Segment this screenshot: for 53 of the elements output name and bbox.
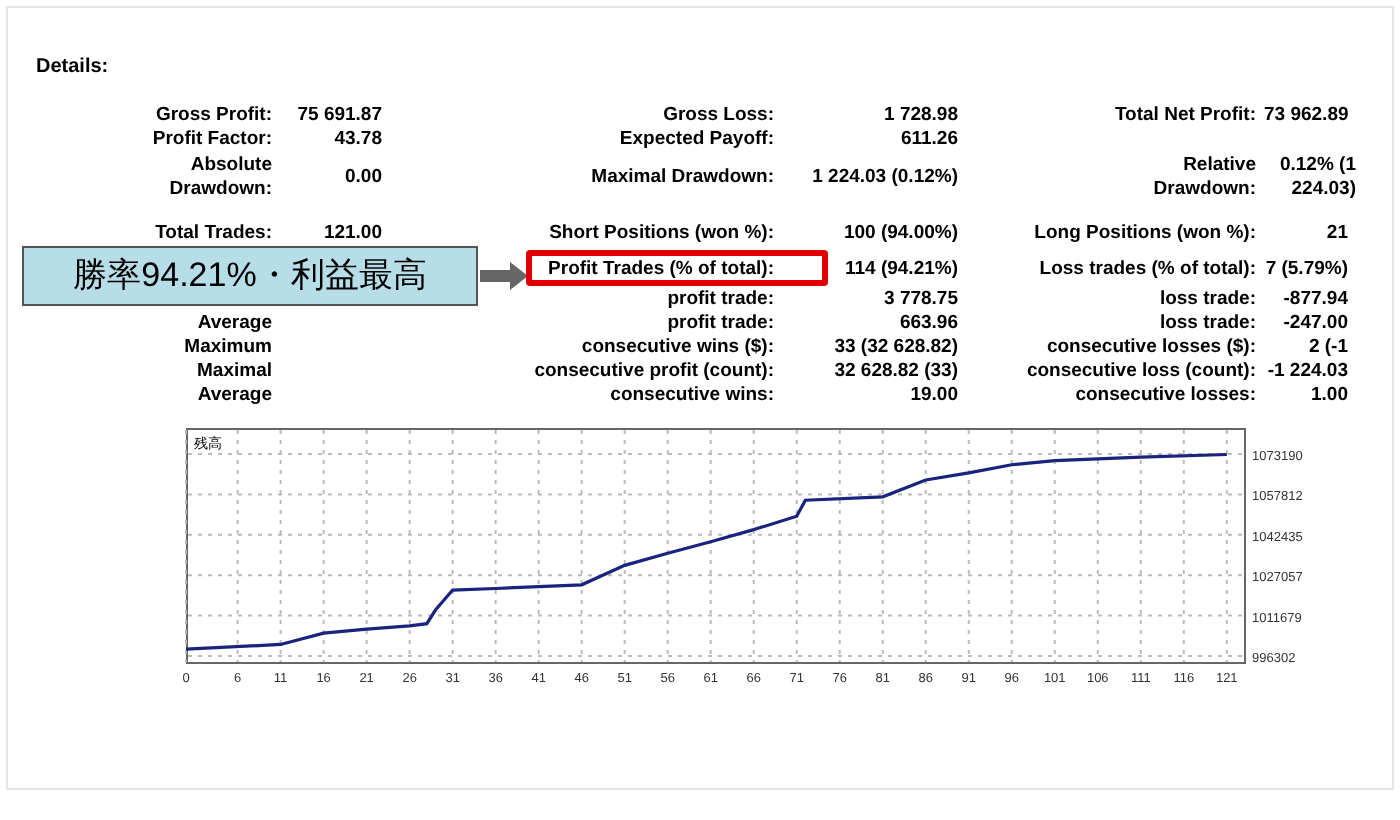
stat-label: consecutive wins ($): [581, 336, 774, 358]
details-heading: Details: [36, 54, 109, 82]
stat-value: 19.00 [910, 384, 958, 406]
stat-value: 43.78 [334, 128, 382, 150]
stat-value: 121.00 [323, 222, 382, 244]
stat-label: Profit Factor: [152, 128, 272, 150]
stat-label: profit trade: [667, 312, 774, 334]
stat-label: Gross Loss: [663, 104, 774, 126]
stat-label: Absolute Drawdown: [167, 154, 272, 202]
stat-value: 1.00 [1311, 384, 1348, 406]
stat-label: Expected Payoff: [619, 128, 774, 150]
stat-label: consecutive losses: [1075, 384, 1256, 406]
stat-label: Average [197, 384, 272, 406]
stat-label: Average [197, 312, 272, 334]
arrow-icon [480, 262, 528, 290]
stat-label: Maximal Drawdown: [591, 166, 774, 188]
stat-label: Gross Profit: [155, 104, 272, 126]
stat-label: Maximal [197, 360, 272, 382]
stat-label: Total Trades: [155, 222, 272, 244]
stat-label: Long Positions (won %): [1034, 222, 1256, 244]
stat-label: profit trade: [667, 288, 774, 310]
stat-value: 100 (94.00%) [843, 222, 958, 244]
stat-value: 114 (94.21%) [844, 257, 958, 279]
stat-label: Short Positions (won %): [549, 222, 774, 244]
stat-value: -247.00 [1283, 312, 1348, 334]
stat-label: consecutive losses ($): [1046, 336, 1256, 358]
stat-label: Total Net Profit: [1114, 104, 1256, 126]
stat-value: 21 [1326, 222, 1348, 244]
stat-value: 2 (-1 [1308, 336, 1348, 358]
stat-label: consecutive profit (count): [534, 360, 774, 382]
stat-value: 33 (32 628.82) [834, 336, 958, 358]
stat-value: 3 778.75 [884, 288, 958, 310]
stat-value: -1 224.03 [1267, 360, 1348, 382]
stat-value: 73 962.89 [1264, 104, 1349, 126]
callout-banner: 勝率94.21%・利益最高 [22, 246, 478, 306]
stat-label: consecutive wins: [610, 384, 774, 406]
stat-value: 1 224.03 (0.12%) [812, 166, 958, 188]
stat-value: 7 (5.79%) [1265, 257, 1348, 279]
stat-value: 0.12% (1 224.03) [1277, 154, 1356, 202]
stat-value: -877.94 [1283, 288, 1348, 310]
stat-value: 663.96 [899, 312, 958, 334]
stat-label: Loss trades (% of total): [1039, 257, 1256, 279]
stat-label: consecutive loss (count): [1026, 360, 1256, 382]
stat-label: loss trade: [1159, 288, 1256, 310]
stat-label: Maximum [184, 336, 272, 358]
stat-value: 1 728.98 [884, 104, 958, 126]
stat-value: 75 691.87 [297, 104, 382, 126]
stat-value: 32 628.82 (33) [834, 360, 958, 382]
stat-value: 611.26 [900, 128, 958, 150]
stat-value: 0.00 [345, 166, 382, 188]
stat-label: loss trade: [1159, 312, 1256, 334]
stat-label: Profit Trades (% of total): [548, 257, 774, 279]
stat-label: Relative Drawdown: [1151, 154, 1256, 202]
